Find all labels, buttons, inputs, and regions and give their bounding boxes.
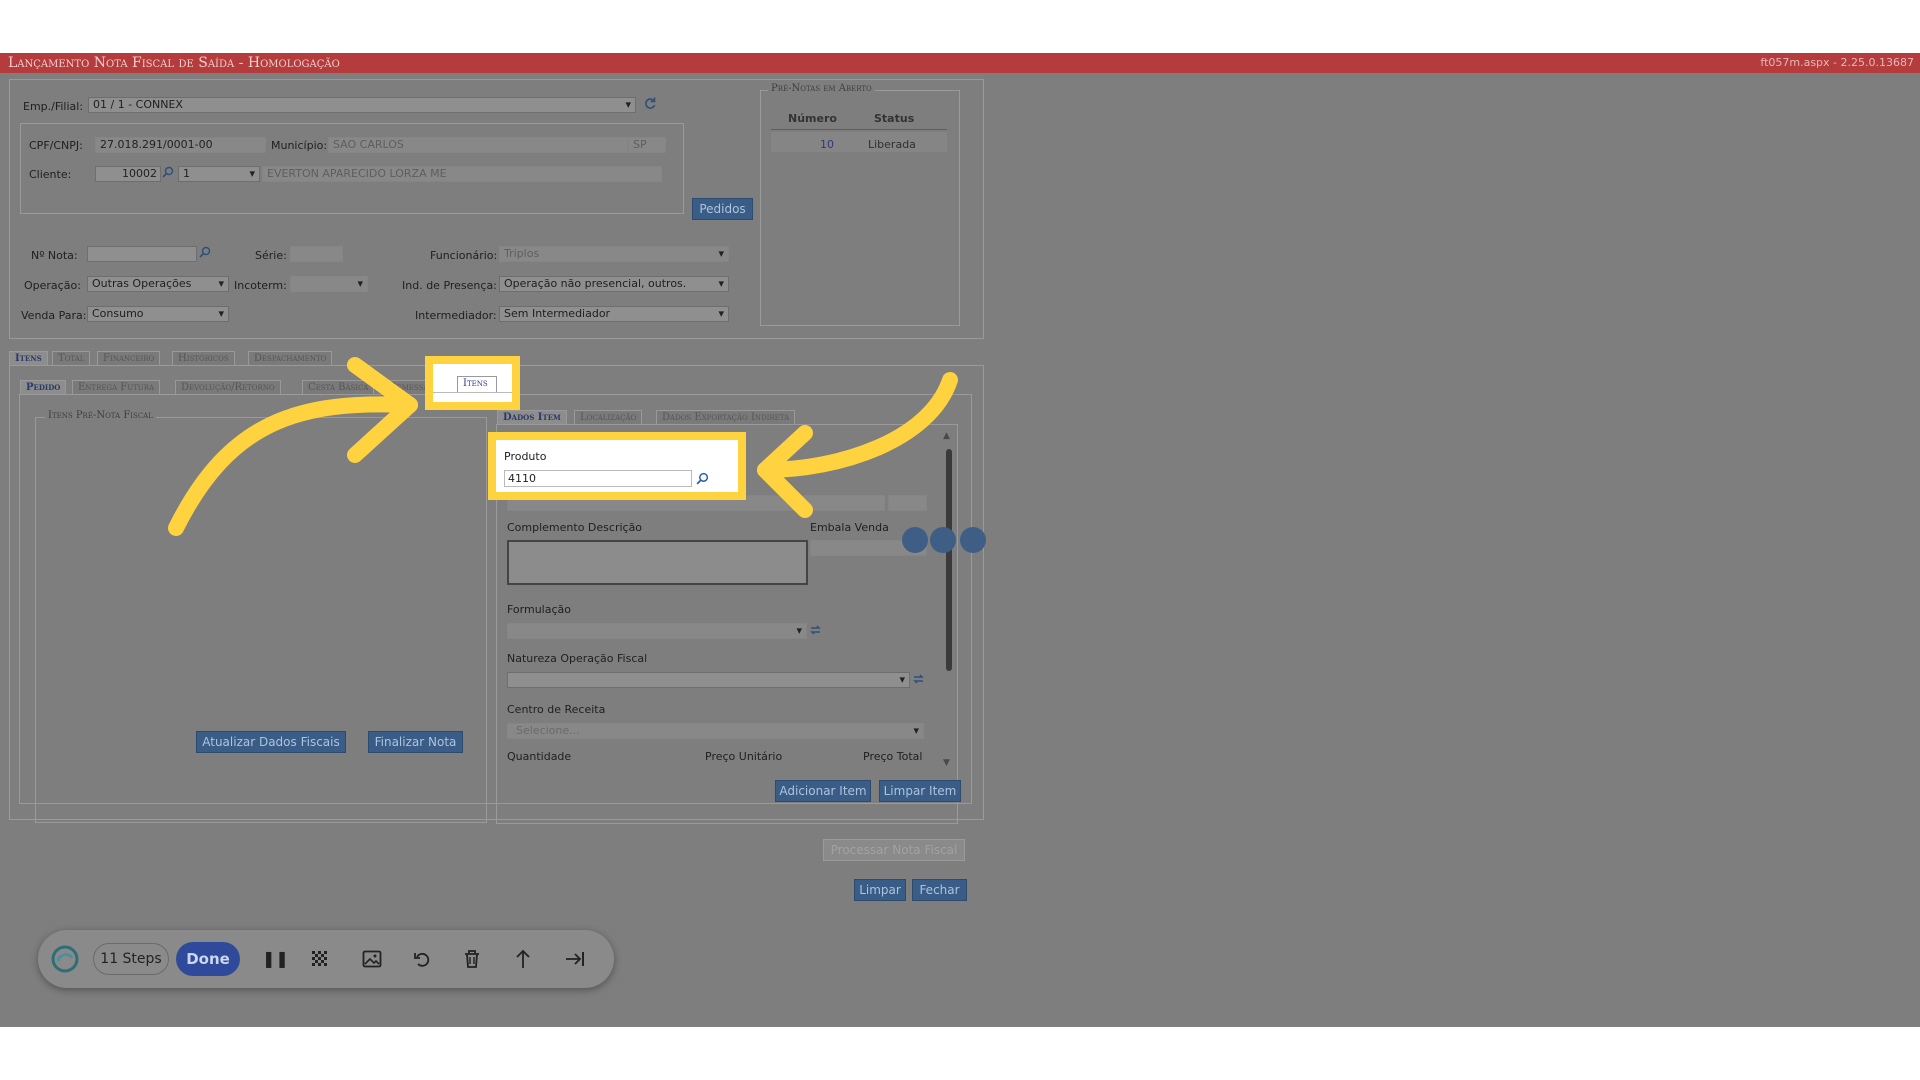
steps-counter[interactable]: 11 Steps bbox=[93, 943, 169, 975]
tutorial-arrows bbox=[168, 357, 958, 536]
skip-to-end-icon[interactable] bbox=[564, 949, 586, 969]
trash-icon[interactable] bbox=[463, 949, 481, 969]
recorder-toolbar: 11 Steps Done ❚❚ bbox=[38, 930, 614, 988]
pause-icon[interactable]: ❚❚ bbox=[262, 945, 289, 973]
image-icon[interactable] bbox=[362, 949, 382, 969]
blur-icon[interactable] bbox=[310, 949, 330, 969]
arrow-to-produto-field bbox=[757, 372, 958, 478]
share-up-icon[interactable] bbox=[514, 948, 532, 970]
undo-icon[interactable] bbox=[412, 949, 432, 969]
recorder-logo-icon bbox=[51, 945, 79, 973]
done-button[interactable]: Done bbox=[176, 942, 240, 976]
arrow-to-itens-tab bbox=[168, 396, 418, 536]
